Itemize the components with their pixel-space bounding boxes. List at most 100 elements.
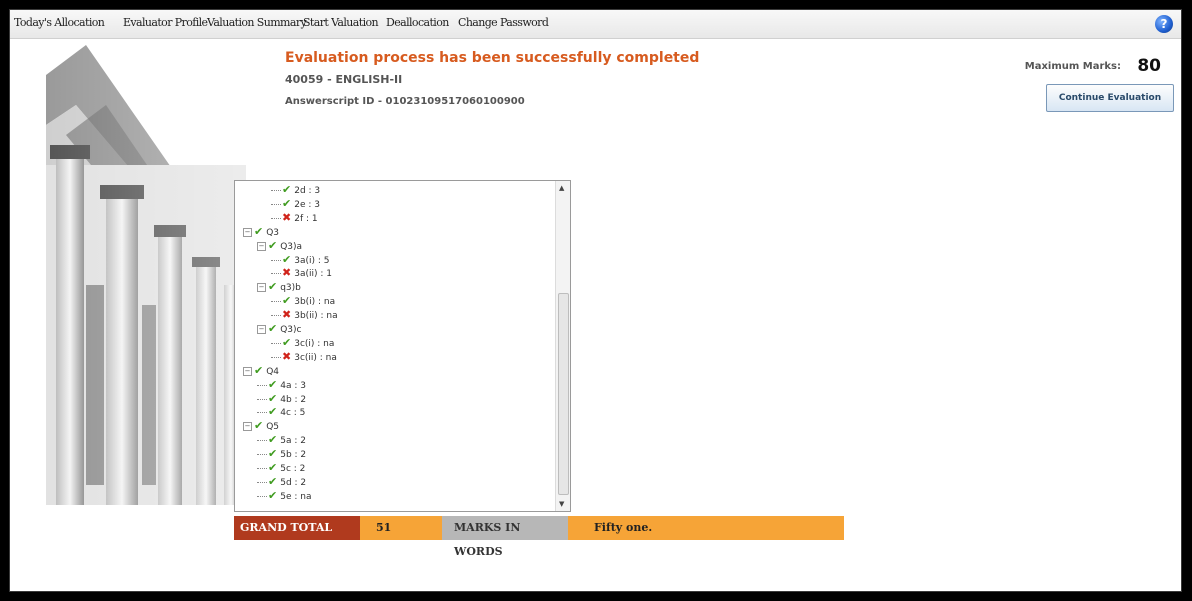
tree-row-label: Q3)c: [280, 325, 302, 335]
marks-in-words-value: Fifty one.: [568, 516, 844, 540]
tree-connector: [257, 398, 267, 400]
collapse-toggle-icon[interactable]: −: [243, 422, 252, 432]
collapse-toggle-icon[interactable]: −: [243, 366, 252, 376]
collapse-toggle-icon[interactable]: −: [257, 241, 266, 251]
tree-row[interactable]: − ✔ Q4: [243, 364, 279, 377]
tree-row-label: 2f : 1: [294, 213, 318, 224]
tree-row-label: 3c(ii) : na: [294, 352, 337, 363]
nav-todays-allocation[interactable]: Today's Allocation: [14, 16, 105, 29]
tree-row[interactable]: ✔ 5e : na: [257, 489, 311, 502]
tree-scrollbar[interactable]: ▲ ▼: [555, 181, 570, 511]
checkmark-icon: ✔: [268, 377, 278, 391]
checkmark-icon: ✔: [268, 433, 278, 447]
grand-total-value: 51: [360, 516, 442, 540]
tree-row-label: q3)b: [280, 283, 301, 294]
tree-row-label: 3a(ii) : 1: [294, 269, 332, 280]
tree-row-label: 5d : 2: [280, 477, 307, 488]
cross-icon: ✖: [282, 210, 292, 224]
tree-connector: [271, 217, 281, 219]
tree-connector: [257, 454, 267, 456]
nav-evaluator-profile[interactable]: Evaluator Profile: [123, 16, 208, 29]
tree-row-label: Q5: [266, 422, 280, 433]
tree-connector: [271, 342, 281, 344]
checkmark-icon: ✔: [268, 238, 278, 252]
tree-row-label: 3a(i) : 5: [294, 255, 330, 266]
tree-row-label: 2d : 3: [294, 186, 321, 196]
tree-row[interactable]: ✖ 3b(ii) : na: [271, 308, 338, 321]
tree-row[interactable]: − ✔ Q5: [243, 419, 279, 432]
tree-row-label: Q3: [266, 227, 280, 238]
subject-line: 40059 - ENGLISH-II: [285, 73, 403, 86]
tree-connector: [271, 315, 281, 317]
tree-row[interactable]: ✔ 4a : 3: [257, 378, 306, 391]
tree-row[interactable]: ✖ 3c(ii) : na: [271, 350, 337, 363]
cross-icon: ✖: [282, 308, 292, 322]
scroll-down-arrow-icon[interactable]: ▼: [559, 500, 564, 508]
tree-row[interactable]: ✔ 2e : 3: [271, 197, 320, 210]
tree-row-label: 4c : 5: [280, 408, 306, 419]
nav-change-password[interactable]: Change Password: [458, 16, 549, 29]
nav-start-valuation[interactable]: Start Valuation: [303, 16, 379, 29]
checkmark-icon: ✔: [254, 363, 264, 377]
max-marks-value: 80: [1137, 56, 1161, 76]
marks-tree[interactable]: ✔ 2d : 3 ✔ 2e : 3 ✖ 2f : 1− ✔ Q3− ✔ Q3)a ✔ 3a(i) : …: [234, 180, 571, 512]
scroll-thumb[interactable]: [558, 293, 569, 495]
checkmark-icon: ✔: [268, 461, 278, 474]
tree-row-label: 3b(ii) : na: [294, 311, 338, 322]
tree-connector: [271, 190, 281, 191]
tree-row[interactable]: ✔ 5c : 2: [257, 461, 305, 474]
tree-row[interactable]: − ✔ q3)b: [257, 280, 301, 293]
tree-connector: [257, 481, 267, 483]
tree-connector: [257, 412, 267, 414]
tree-row[interactable]: − ✔ Q3: [243, 225, 279, 238]
tree-row-label: 5a : 2: [280, 436, 306, 447]
tree-connector: [271, 203, 281, 205]
tree-row-label: 3b(i) : na: [294, 297, 336, 308]
checkmark-icon: ✔: [268, 447, 278, 461]
tree-row[interactable]: ✔ 4c : 5: [257, 405, 305, 418]
tree-row-label: 5b : 2: [280, 450, 307, 461]
tree-connector: [271, 273, 281, 275]
tree-row[interactable]: ✔ 2d : 3: [271, 183, 320, 196]
tree-row[interactable]: ✖ 3a(ii) : 1: [271, 266, 332, 279]
tree-row[interactable]: ✔ 3b(i) : na: [271, 294, 335, 307]
tree-row[interactable]: ✔ 4b : 2: [257, 392, 306, 405]
tree-row[interactable]: − ✔ Q3)a: [257, 239, 302, 252]
tree-row[interactable]: ✔ 5b : 2: [257, 447, 306, 460]
tree-row[interactable]: ✔ 5d : 2: [257, 475, 306, 488]
scroll-up-arrow-icon[interactable]: ▲: [559, 184, 564, 192]
nav-valuation-summary[interactable]: Valuation Summary: [207, 16, 307, 29]
app-window: Today's Allocation Evaluator Profile Val…: [9, 9, 1182, 592]
tree-row-label: Q4: [266, 366, 280, 377]
tree-row[interactable]: ✖ 2f : 1: [271, 211, 318, 224]
building-illustration: [46, 45, 246, 505]
tree-connector: [257, 440, 267, 442]
checkmark-icon: ✔: [268, 405, 278, 419]
tree-row-label: 5c : 2: [280, 464, 306, 474]
checkmark-icon: ✔: [282, 196, 292, 210]
checkmark-icon: ✔: [282, 183, 292, 196]
tree-row[interactable]: − ✔ Q3)c: [257, 322, 302, 335]
cross-icon: ✖: [282, 349, 292, 363]
status-title: Evaluation process has been successfully…: [285, 50, 700, 66]
answerscript-id: Answerscript ID - 01023109517060100900: [285, 96, 525, 107]
checkmark-icon: ✔: [268, 391, 278, 405]
checkmark-icon: ✔: [268, 488, 278, 502]
checkmark-icon: ✔: [254, 419, 264, 433]
help-icon[interactable]: ?: [1155, 15, 1173, 33]
checkmark-icon: ✔: [282, 335, 292, 349]
grand-total-bar: GRAND TOTAL 51 MARKS IN WORDS Fifty one.: [234, 516, 844, 558]
nav-deallocation[interactable]: Deallocation: [386, 16, 449, 29]
tree-row[interactable]: ✔ 3c(i) : na: [271, 336, 334, 349]
checkmark-icon: ✔: [268, 474, 278, 488]
collapse-toggle-icon[interactable]: −: [257, 283, 266, 293]
continue-evaluation-button[interactable]: Continue Evaluation: [1046, 84, 1174, 112]
grand-total-label: GRAND TOTAL: [234, 516, 360, 540]
collapse-toggle-icon[interactable]: −: [243, 227, 252, 237]
tree-row[interactable]: ✔ 3a(i) : 5: [271, 253, 329, 266]
tree-row-label: 5e : na: [280, 491, 312, 502]
tree-connector: [271, 356, 281, 358]
collapse-toggle-icon[interactable]: −: [257, 325, 266, 334]
tree-row-label: 4a : 3: [280, 380, 306, 391]
tree-row[interactable]: ✔ 5a : 2: [257, 433, 306, 446]
